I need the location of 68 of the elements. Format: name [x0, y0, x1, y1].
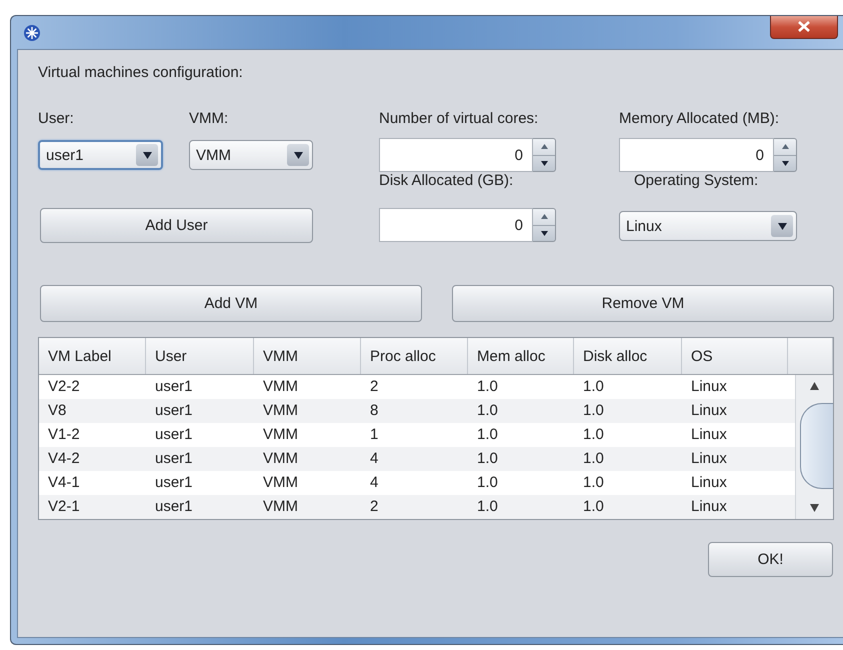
table-cell-text: VMM	[262, 497, 299, 517]
close-button[interactable]	[770, 16, 838, 39]
scroll-thumb[interactable]	[800, 403, 833, 489]
remove-vm-button[interactable]: Remove VM	[452, 285, 834, 322]
table-cell-text: user1	[154, 473, 194, 493]
table-cell-text: user1	[154, 449, 194, 469]
table-cell-text: Linux	[690, 401, 728, 421]
field-label: User:	[38, 110, 75, 127]
table-cell-text: Linux	[690, 449, 728, 469]
table-cell-text: 2	[369, 377, 380, 397]
table-cell-text: V1-2	[47, 425, 81, 445]
table-cell-text: 2	[369, 497, 380, 517]
field-label: Number of virtual cores:	[379, 110, 540, 127]
app-icon	[23, 24, 41, 42]
table-cell-text: 1.0	[476, 449, 499, 469]
table-cell-text: 1.0	[582, 401, 605, 421]
table-cell-text: 1.0	[476, 497, 499, 517]
table-cell-text: V8	[47, 401, 68, 421]
field-label: Memory Allocated (MB):	[619, 110, 780, 127]
table-cell-text: user1	[154, 497, 194, 517]
table-cell-text: 8	[369, 401, 380, 421]
column-header[interactable]: VMM	[254, 338, 361, 374]
table-cell-text: 1	[369, 425, 380, 445]
table-cell-text: user1	[154, 425, 194, 445]
dropdown[interactable]: VMM	[189, 140, 313, 170]
column-header[interactable]: Proc alloc	[361, 338, 468, 374]
table-cell-text: user1	[154, 377, 194, 397]
dropdown[interactable]: user1	[38, 140, 163, 170]
table-cell-text: VMM	[262, 473, 299, 493]
table-cell-text: 1.0	[476, 377, 499, 397]
column-header[interactable]: User	[146, 338, 254, 374]
table-cell-text: 1.0	[582, 497, 605, 517]
column-header[interactable]: VM Label	[39, 338, 146, 374]
table-cell-text: VMM	[262, 377, 299, 397]
column-header[interactable]: Mem alloc	[468, 338, 574, 374]
column-header[interactable]: Disk alloc	[574, 338, 682, 374]
field-label: Operating System:	[634, 172, 760, 189]
table-cell-text: Linux	[690, 473, 728, 493]
table-cell-text: Linux	[690, 377, 728, 397]
table-cell-text: Linux	[690, 497, 728, 517]
table-cell-text: 4	[369, 473, 380, 493]
table-cell-text: 4	[369, 449, 380, 469]
table-cell-text: 1.0	[476, 401, 499, 421]
table-cell-text: VMM	[262, 449, 299, 469]
close-icon[interactable]	[798, 20, 810, 32]
table-cell-text: user1	[154, 401, 194, 421]
table-cell-text: 1.0	[582, 473, 605, 493]
table-cell-text: 1.0	[476, 425, 499, 445]
table-cell-text: V4-2	[47, 449, 81, 469]
table-cell-text: V4-1	[47, 473, 81, 493]
field-label: Disk Allocated (GB):	[379, 172, 514, 189]
table-cell-text: V2-1	[47, 497, 81, 517]
add-vm-button[interactable]: Add VM	[40, 285, 422, 322]
ok-button[interactable]: OK!	[708, 542, 833, 577]
scrollbar[interactable]	[795, 375, 833, 519]
add-user-button[interactable]: Add User	[40, 208, 313, 243]
section-heading: Virtual machines configuration:	[38, 64, 244, 83]
table-cell-text: V2-2	[47, 377, 81, 397]
table-cell-text: Linux	[690, 425, 728, 445]
dropdown[interactable]: Linux	[619, 211, 797, 241]
table-cell-text: 1.0	[582, 425, 605, 445]
field-label: VMM:	[189, 110, 230, 127]
table-cell-text: 1.0	[582, 377, 605, 397]
table-cell-text: VMM	[262, 401, 299, 421]
column-header[interactable]: OS	[682, 338, 788, 374]
table-cell-text: VMM	[262, 425, 299, 445]
table-cell-text: 1.0	[476, 473, 499, 493]
table-cell-text: 1.0	[582, 449, 605, 469]
